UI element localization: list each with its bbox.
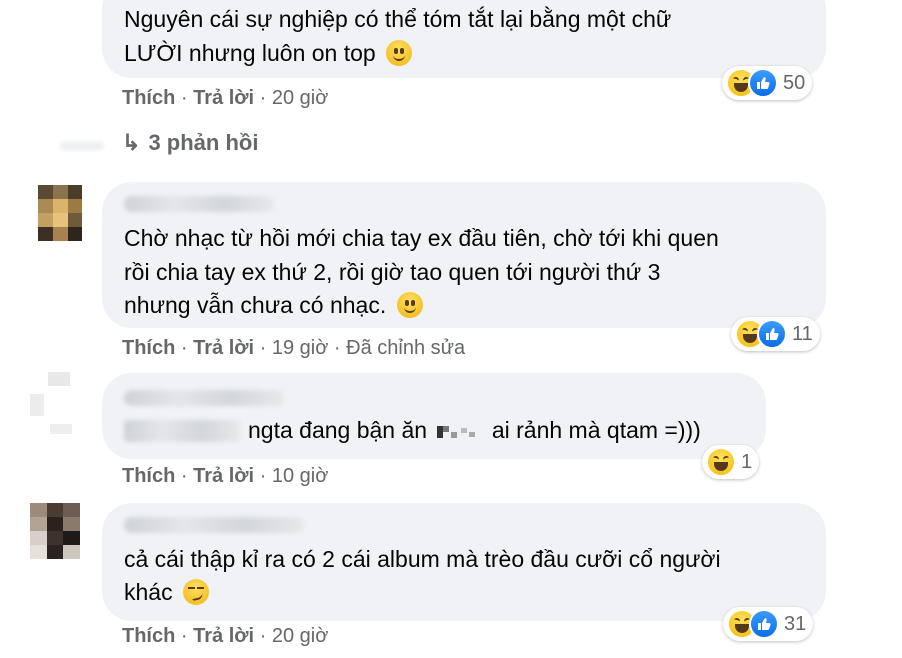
comment-2-actions: Thích · Trả lời · 19 giờ · Đã chỉnh sửa [122,337,466,359]
smiling-face-emoji-icon [396,292,423,318]
smirking-face-emoji-icon [182,579,209,605]
comment-4-line-2: khác [124,576,209,609]
reaction-summary-1[interactable]: 50 [722,66,813,100]
like-button[interactable]: Thích [122,625,175,647]
comment-2-line-2: rồi chia tay ex thứ 2, rồi giờ tao quen … [124,259,661,285]
reaction-summary-4[interactable]: 31 [723,607,814,641]
timestamp[interactable]: 20 giờ [272,625,328,647]
reply-arrow-icon: ↳ [122,130,141,155]
comment-2-line-3: nhưng vẫn chưa có nhạc. [124,289,423,322]
comment-4-line-1: cả cái thập kỉ ra có 2 cái album mà trèo… [124,546,721,572]
reaction-count: 1 [741,450,753,473]
blurred-commenter-name[interactable] [124,196,274,212]
reply-button[interactable]: Trả lời [193,337,254,359]
reaction-summary-2[interactable]: 11 [731,317,820,351]
timestamp[interactable]: 20 giờ [272,87,328,109]
blurred-commenter-name[interactable] [124,390,284,406]
reply-button[interactable]: Trả lời [193,87,254,109]
like-reaction-icon [749,609,779,639]
blurred-commenter-name[interactable] [124,517,304,533]
edited-label[interactable]: Đã chỉnh sửa [346,337,465,359]
comment-1-line-2: LƯỜI nhưng luôn on top [124,37,413,70]
reaction-summary-3[interactable]: 1 [702,445,760,479]
avatar-3[interactable] [30,372,74,436]
avatar-2[interactable] [38,185,82,241]
view-replies-link[interactable]: ↳ 3 phản hồi [122,130,258,156]
smiling-face-emoji-icon [386,40,413,66]
blurred-mention [124,420,240,442]
timestamp[interactable]: 10 giờ [272,465,328,487]
blurred-avatar-stub [60,142,104,150]
reply-button[interactable]: Trả lời [193,465,254,487]
censored-word [437,424,477,440]
like-reaction-icon [748,68,778,98]
like-button[interactable]: Thích [122,337,175,359]
reaction-count: 50 [783,71,806,94]
reaction-count: 11 [792,322,813,345]
comment-2-line-1: Chờ nhạc từ hồi mới chia tay ex đầu tiên… [124,225,719,251]
comment-4-actions: Thích · Trả lời · 20 giờ [122,625,329,647]
comment-1-actions: Thích · Trả lời · 20 giờ [122,87,329,109]
like-reaction-icon [757,319,787,349]
like-button[interactable]: Thích [122,87,175,109]
reply-button[interactable]: Trả lời [193,625,254,647]
comment-3-text: ngta đang bận ăn ai rảnh mà qtam =))) [248,417,701,443]
avatar-4[interactable] [30,503,80,559]
comment-3-actions: Thích · Trả lời · 10 giờ [122,465,329,487]
comment-1-line-1: Nguyên cái sự nghiệp có thể tóm tắt lại … [124,6,672,32]
like-button[interactable]: Thích [122,465,175,487]
reaction-count: 31 [784,612,807,635]
timestamp[interactable]: 19 giờ [272,337,328,359]
haha-reaction-icon [706,447,736,477]
